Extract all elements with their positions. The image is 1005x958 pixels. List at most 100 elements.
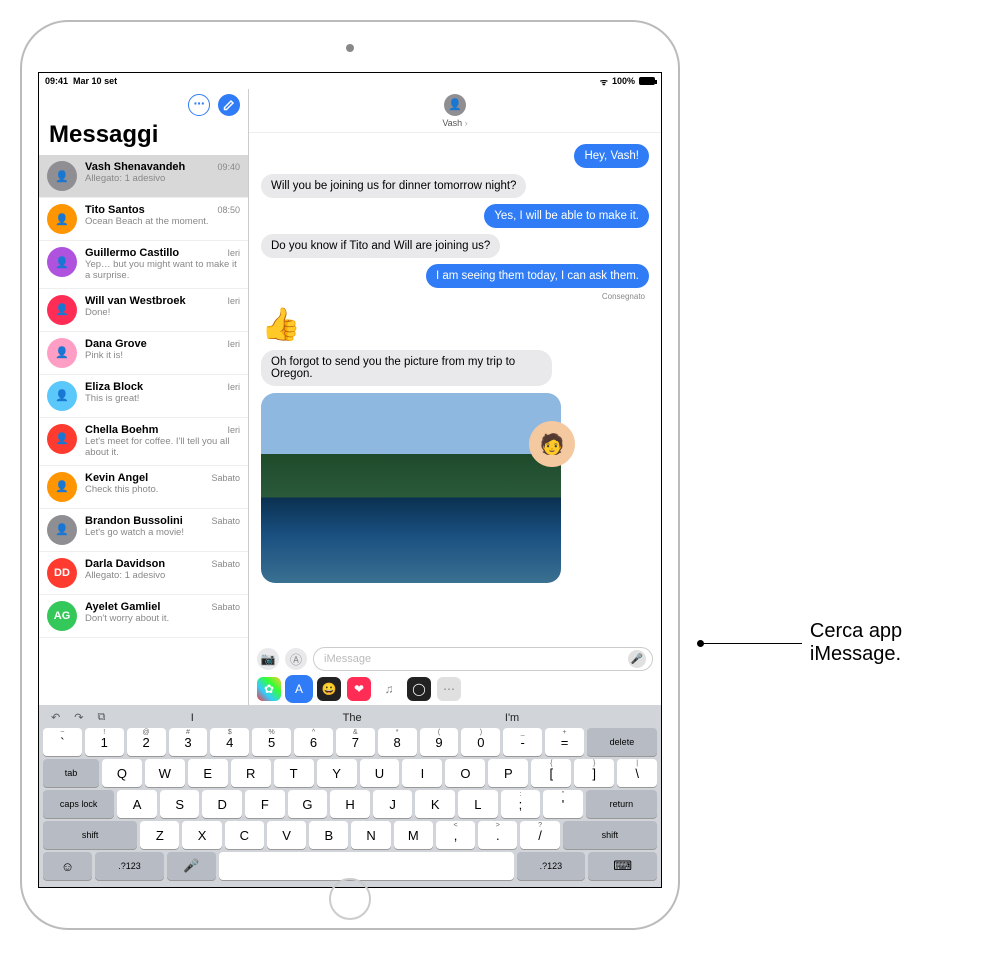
key-dictate[interactable]: 🎤 <box>167 852 216 880</box>
key-8[interactable]: *8 <box>378 728 417 756</box>
key-capslock[interactable]: caps lock <box>43 790 114 818</box>
key-q[interactable]: Q <box>102 759 142 787</box>
message-bubble[interactable]: Do you know if Tito and Will are joining… <box>261 234 500 258</box>
key-h[interactable]: H <box>330 790 370 818</box>
conversation-item[interactable]: 👤 Kevin Angel Sabato Check this photo. <box>39 466 248 509</box>
message-thread[interactable]: Hey, Vash! Will you be joining us for din… <box>249 133 661 643</box>
key-r[interactable]: R <box>231 759 271 787</box>
key-j[interactable]: J <box>373 790 413 818</box>
key-7[interactable]: &7 <box>336 728 375 756</box>
suggestion[interactable]: The <box>279 712 425 724</box>
key-o[interactable]: O <box>445 759 485 787</box>
key-v[interactable]: V <box>267 821 306 849</box>
key-delete[interactable]: delete <box>587 728 657 756</box>
conversation-item[interactable]: 👤 Will van Westbroek Ieri Done! <box>39 289 248 332</box>
key-numbers-left[interactable]: .?123 <box>95 852 164 880</box>
key-5[interactable]: %5 <box>252 728 291 756</box>
key-t[interactable]: T <box>274 759 314 787</box>
app-memoji[interactable]: 😀 <box>317 677 341 701</box>
key-f[interactable]: F <box>245 790 285 818</box>
suggestion[interactable]: I'm <box>439 712 585 724</box>
key-9[interactable]: (9 <box>420 728 459 756</box>
message-bubble[interactable]: Yes, I will be able to make it. <box>484 204 649 228</box>
compose-button[interactable] <box>218 94 240 116</box>
key-n[interactable]: N <box>351 821 390 849</box>
chat-header[interactable]: 👤 Vash <box>249 89 661 133</box>
redo-button[interactable]: ↷ <box>74 711 83 724</box>
key-=[interactable]: += <box>545 728 584 756</box>
key-l[interactable]: L <box>458 790 498 818</box>
key-shift-right[interactable]: shift <box>563 821 657 849</box>
key-m[interactable]: M <box>394 821 433 849</box>
key-;[interactable]: :; <box>501 790 541 818</box>
app-digital-touch[interactable]: ❤ <box>347 677 371 701</box>
key-space[interactable] <box>219 852 514 880</box>
key-numbers-right[interactable]: .?123 <box>517 852 586 880</box>
app-more[interactable]: ⋯ <box>437 677 461 701</box>
conversation-item[interactable]: AG Ayelet Gamliel Sabato Don't worry abo… <box>39 595 248 638</box>
message-bubble[interactable]: Oh forgot to send you the picture from m… <box>261 350 552 386</box>
camera-button[interactable]: 📷 <box>257 648 279 670</box>
message-bubble[interactable]: Hey, Vash! <box>574 144 649 168</box>
app-animoji[interactable]: ◯ <box>407 677 431 701</box>
key-k[interactable]: K <box>415 790 455 818</box>
app-store[interactable]: A <box>287 677 311 701</box>
key-e[interactable]: E <box>188 759 228 787</box>
key-4[interactable]: $4 <box>210 728 249 756</box>
conversation-item[interactable]: 👤 Guillermo Castillo Ieri Yep… but you m… <box>39 241 248 289</box>
key-w[interactable]: W <box>145 759 185 787</box>
key-1[interactable]: !1 <box>85 728 124 756</box>
key-hide-keyboard[interactable]: ⌨ <box>588 852 657 880</box>
conversation-item[interactable]: 👤 Dana Grove Ieri Pink it is! <box>39 332 248 375</box>
key-,[interactable]: <, <box>436 821 475 849</box>
key-/[interactable]: ?/ <box>520 821 559 849</box>
photo-attachment[interactable]: 🧑 <box>261 393 561 583</box>
message-bubble[interactable]: Will you be joining us for dinner tomorr… <box>261 174 526 198</box>
key-emoji[interactable]: ☺ <box>43 852 92 880</box>
key-d[interactable]: D <box>202 790 242 818</box>
key-g[interactable]: G <box>288 790 328 818</box>
conversation-item[interactable]: 👤 Brandon Bussolini Sabato Let's go watc… <box>39 509 248 552</box>
key-.[interactable]: >. <box>478 821 517 849</box>
conversation-item[interactable]: 👤 Eliza Block Ieri This is great! <box>39 375 248 418</box>
key-s[interactable]: S <box>160 790 200 818</box>
key-2[interactable]: @2 <box>127 728 166 756</box>
key-y[interactable]: Y <box>317 759 357 787</box>
key-tab[interactable]: tab <box>43 759 99 787</box>
key-b[interactable]: B <box>309 821 348 849</box>
key-p[interactable]: P <box>488 759 528 787</box>
undo-button[interactable]: ↶ <box>51 711 60 724</box>
key-\[interactable]: |\ <box>617 759 657 787</box>
more-button[interactable]: ··· <box>188 94 210 116</box>
dictate-button[interactable]: 🎤 <box>628 650 646 668</box>
app-music[interactable]: ♫ <box>377 677 401 701</box>
conversation-item[interactable]: 👤 Vash Shenavandeh 09:40 Allegato: 1 ade… <box>39 155 248 198</box>
home-button[interactable] <box>329 878 371 920</box>
message-bubble[interactable]: I am seeing them today, I can ask them. <box>426 264 649 288</box>
key-6[interactable]: ^6 <box>294 728 333 756</box>
key-][interactable]: }] <box>574 759 614 787</box>
key--[interactable]: _- <box>503 728 542 756</box>
conversation-item[interactable]: 👤 Tito Santos 08:50 Ocean Beach at the m… <box>39 198 248 241</box>
key-i[interactable]: I <box>402 759 442 787</box>
key-[[interactable]: {[ <box>531 759 571 787</box>
key-shift-left[interactable]: shift <box>43 821 137 849</box>
key-x[interactable]: X <box>182 821 221 849</box>
conversation-item[interactable]: 👤 Chella Boehm Ieri Let's meet for coffe… <box>39 418 248 466</box>
key-'[interactable]: "' <box>543 790 583 818</box>
message-input[interactable]: iMessage 🎤 <box>313 647 653 671</box>
key-a[interactable]: A <box>117 790 157 818</box>
key-c[interactable]: C <box>225 821 264 849</box>
apps-toggle-button[interactable]: Ⓐ <box>285 648 307 670</box>
key-return[interactable]: return <box>586 790 657 818</box>
status-time: 09:41 <box>45 76 68 86</box>
key-3[interactable]: #3 <box>169 728 208 756</box>
suggestion[interactable]: I <box>119 712 265 724</box>
clipboard-button[interactable]: ⧉ <box>97 711 105 724</box>
key-`[interactable]: ~` <box>43 728 82 756</box>
key-u[interactable]: U <box>360 759 400 787</box>
key-0[interactable]: )0 <box>461 728 500 756</box>
app-photos[interactable]: ✿ <box>257 677 281 701</box>
key-z[interactable]: Z <box>140 821 179 849</box>
conversation-item[interactable]: DD Darla Davidson Sabato Allegato: 1 ade… <box>39 552 248 595</box>
